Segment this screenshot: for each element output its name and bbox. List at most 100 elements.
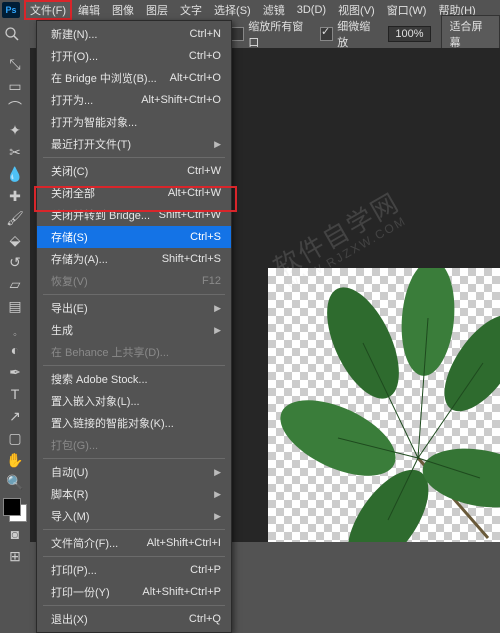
- menu-item-shortcut: Ctrl+P: [190, 564, 221, 576]
- tool-zoom[interactable]: 🔍: [4, 472, 26, 492]
- foreground-swatch[interactable]: [3, 498, 21, 516]
- menu-item-shortcut: Shift+Ctrl+S: [162, 253, 221, 265]
- tool-gradient[interactable]: ▤: [4, 296, 26, 316]
- tool-move[interactable]: ⤡: [4, 54, 26, 74]
- menu-图层[interactable]: 图层: [140, 0, 174, 20]
- menu-item-shortcut: Shift+Ctrl+W: [159, 209, 221, 221]
- menu-item-关闭全部[interactable]: 关闭全部Alt+Ctrl+W: [37, 182, 231, 204]
- menu-item-label: 存储为(A)...: [51, 251, 108, 267]
- submenu-arrow-icon: ▶: [214, 467, 221, 478]
- menu-item-label: 在 Bridge 中浏览(B)...: [51, 70, 157, 86]
- menu-item-搜索AdobeStock[interactable]: 搜索 Adobe Stock...: [37, 368, 231, 390]
- tool-healing[interactable]: ✚: [4, 186, 26, 206]
- menu-选择S[interactable]: 选择(S): [208, 0, 257, 20]
- menu-item-label: 搜索 Adobe Stock...: [51, 371, 148, 387]
- submenu-arrow-icon: ▶: [214, 489, 221, 500]
- color-swatches[interactable]: [3, 498, 27, 522]
- file-menu-dropdown: 新建(N)...Ctrl+N 打开(O)... Ctrl+O 在 Bridge 中浏览…: [36, 20, 232, 633]
- menu-视图V[interactable]: 视图(V): [332, 0, 381, 20]
- menu-separator: [43, 605, 225, 606]
- tool-crop[interactable]: ✂: [4, 142, 26, 162]
- menu-item-label: 在 Behance 上共享(D)...: [51, 344, 169, 360]
- menu-item-关闭并转到Bridge[interactable]: 关闭并转到 Bridge...Shift+Ctrl+W: [37, 204, 231, 226]
- menu-item-新建N[interactable]: 新建(N)...Ctrl+N: [37, 23, 231, 45]
- menu-item-label: 存储(S): [51, 229, 88, 245]
- tool-wand[interactable]: ✦: [4, 120, 26, 140]
- tool-eyedropper[interactable]: 💧: [4, 164, 26, 184]
- menu-图像[interactable]: 图像: [106, 0, 140, 20]
- menu-item-label: 导入(M): [51, 508, 90, 524]
- menu-item-label: 导出(E): [51, 300, 88, 316]
- tool-hand[interactable]: ✋: [4, 450, 26, 470]
- menu-item-label: 退出(X): [51, 611, 88, 627]
- zoom-all-windows-option[interactable]: 缩放所有窗口: [231, 18, 310, 50]
- quickmask-icon[interactable]: ◙: [4, 524, 26, 544]
- menu-item-打包G: 打包(G)...: [37, 434, 231, 456]
- menu-item-导出E[interactable]: 导出(E)▶: [37, 297, 231, 319]
- scrubby-zoom-option[interactable]: 细微缩放: [320, 18, 378, 50]
- menu-DD[interactable]: 3D(D): [291, 2, 332, 18]
- menu-item-存储S[interactable]: 存储(S) Ctrl+S: [37, 226, 231, 248]
- menu-窗口W[interactable]: 窗口(W): [381, 0, 433, 20]
- tool-marquee[interactable]: ▭: [4, 76, 26, 96]
- tool-blur[interactable]: 𓈒: [4, 318, 26, 338]
- tool-stamp[interactable]: ⬙: [4, 230, 26, 250]
- tool-eraser[interactable]: ▱: [4, 274, 26, 294]
- tool-brush[interactable]: 🖌: [4, 208, 26, 228]
- menu-item-文件简介F[interactable]: 文件简介(F)...Alt+Shift+Ctrl+I: [37, 532, 231, 554]
- menu-文件F[interactable]: 文件(F): [24, 0, 72, 20]
- menu-item-label: 关闭全部: [51, 185, 95, 201]
- menu-item-shortcut: Ctrl+W: [187, 165, 221, 177]
- menu-separator: [43, 365, 225, 366]
- menu-编辑[interactable]: 编辑: [72, 0, 106, 20]
- menu-separator: [43, 556, 225, 557]
- menu-item-存储为A[interactable]: 存储为(A)... Shift+Ctrl+S: [37, 248, 231, 270]
- tool-path[interactable]: ↗: [4, 406, 26, 426]
- menu-item-置入链接的智能对象K[interactable]: 置入链接的智能对象(K)...: [37, 412, 231, 434]
- submenu-arrow-icon: ▶: [214, 511, 221, 522]
- menu-item-打开为[interactable]: 打开为...Alt+Shift+Ctrl+O: [37, 89, 231, 111]
- tool-history[interactable]: ↺: [4, 252, 26, 272]
- zoom-value[interactable]: 100%: [388, 26, 430, 42]
- menu-item-在Bridge中浏览B[interactable]: 在 Bridge 中浏览(B)...Alt+Ctrl+O: [37, 67, 231, 89]
- checkbox-icon[interactable]: [231, 27, 244, 41]
- menu-item-导入M[interactable]: 导入(M) ▶: [37, 505, 231, 527]
- menu-item-脚本R[interactable]: 脚本(R) ▶: [37, 483, 231, 505]
- tool-dodge[interactable]: ◐: [4, 340, 26, 360]
- menu-item-退出X[interactable]: 退出(X) Ctrl+Q: [37, 608, 231, 630]
- menu-item-关闭C[interactable]: 关闭(C)Ctrl+W: [37, 160, 231, 182]
- menu-item-label: 打开为智能对象...: [51, 114, 137, 130]
- menubar: Ps 文件(F)编辑图像图层文字选择(S)滤镜3D(D)视图(V)窗口(W)帮助…: [0, 0, 500, 20]
- toolbar: ⤡▭⌒✦✂💧✚🖌⬙↺▱▤𓈒◐✒T↗▢✋🔍 ◙⊞: [0, 48, 30, 566]
- tool-type[interactable]: T: [4, 384, 26, 404]
- menu-item-打开O[interactable]: 打开(O)... Ctrl+O: [37, 45, 231, 67]
- screenmode-icon[interactable]: ⊞: [4, 546, 26, 566]
- menu-item-shortcut: Ctrl+Q: [189, 613, 221, 625]
- ps-logo-icon: Ps: [2, 2, 20, 18]
- leaf-image: [268, 268, 500, 542]
- checkbox-checked-icon[interactable]: [320, 27, 333, 41]
- menu-item-shortcut: Ctrl+S: [190, 231, 221, 243]
- menu-item-自动U[interactable]: 自动(U)▶: [37, 461, 231, 483]
- menu-滤镜[interactable]: 滤镜: [257, 0, 291, 20]
- menu-文字[interactable]: 文字: [174, 0, 208, 20]
- menu-item-生成[interactable]: 生成▶: [37, 319, 231, 341]
- menu-item-置入嵌入对象L[interactable]: 置入嵌入对象(L)...: [37, 390, 231, 412]
- scrubby-zoom-label: 细微缩放: [337, 18, 378, 50]
- menu-item-shortcut: Alt+Shift+Ctrl+O: [141, 94, 221, 106]
- menu-item-label: 置入链接的智能对象(K)...: [51, 415, 174, 431]
- menu-item-shortcut: F12: [202, 275, 221, 287]
- menu-item-label: 打开(O)...: [51, 48, 98, 64]
- menu-item-打印P[interactable]: 打印(P)...Ctrl+P: [37, 559, 231, 581]
- tool-rectangle[interactable]: ▢: [4, 428, 26, 448]
- menu-separator: [43, 529, 225, 530]
- menu-item-最近打开文件T[interactable]: 最近打开文件(T)▶: [37, 133, 231, 155]
- menu-item-shortcut: Ctrl+O: [189, 50, 221, 62]
- menu-item-shortcut: Alt+Shift+Ctrl+I: [147, 537, 221, 549]
- menu-item-label: 脚本(R): [51, 486, 88, 502]
- menu-item-打开为智能对象[interactable]: 打开为智能对象...: [37, 111, 231, 133]
- tool-pen[interactable]: ✒: [4, 362, 26, 382]
- menu-separator: [43, 458, 225, 459]
- tool-lasso[interactable]: ⌒: [4, 98, 26, 118]
- menu-item-打印一份Y[interactable]: 打印一份(Y)Alt+Shift+Ctrl+P: [37, 581, 231, 603]
